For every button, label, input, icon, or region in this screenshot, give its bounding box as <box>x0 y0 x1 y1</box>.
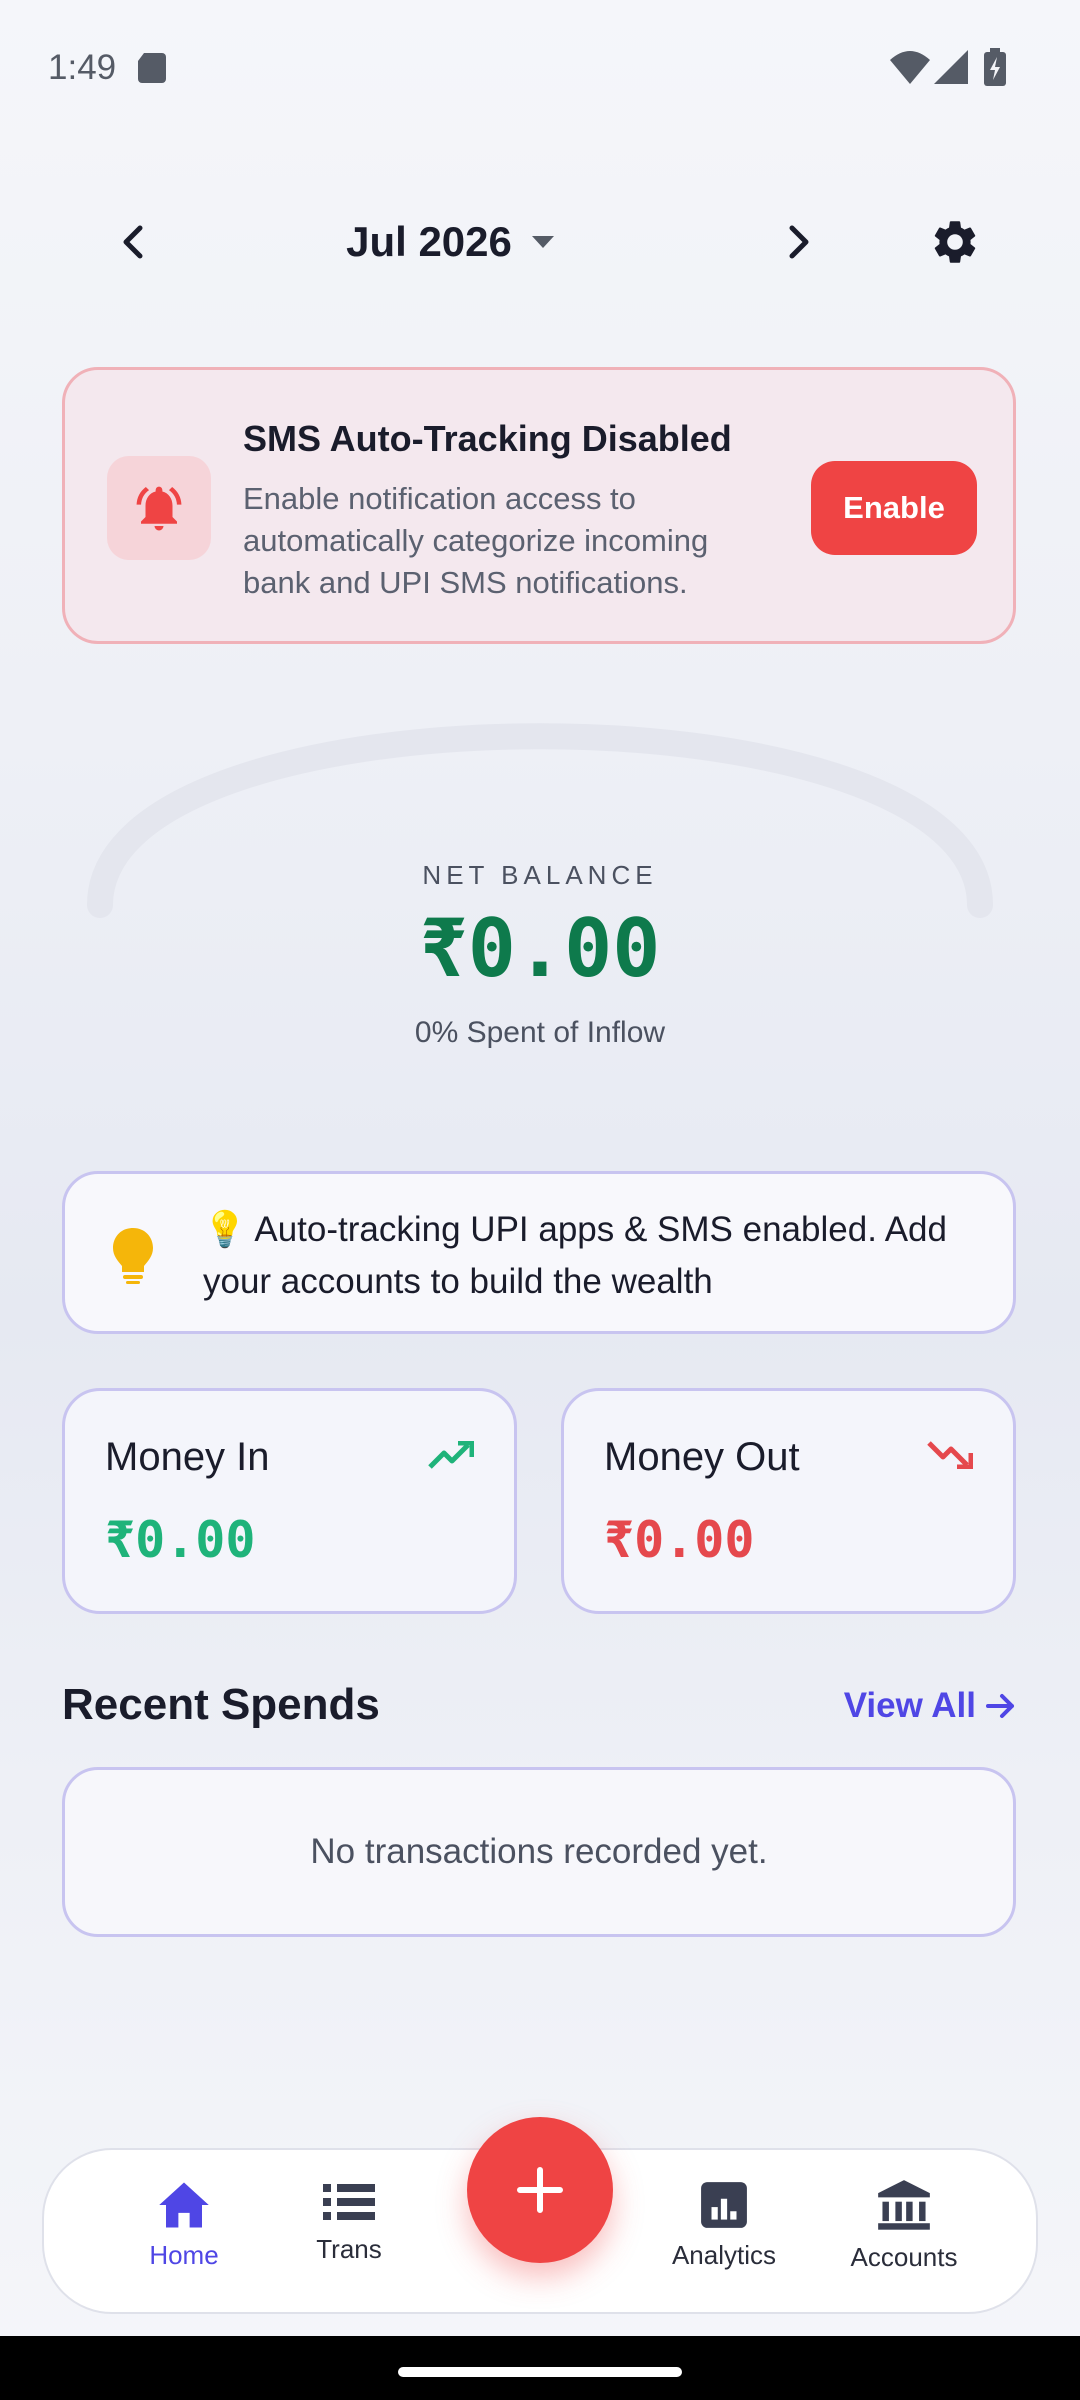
trending-down-icon <box>927 1441 974 1474</box>
trending-up-icon <box>428 1440 475 1474</box>
plus-icon <box>517 2167 563 2213</box>
home-gesture-pill[interactable] <box>398 2367 682 2377</box>
list-icon <box>323 2184 375 2220</box>
money-in-title: Money In <box>105 1435 270 1479</box>
month-header: Jul 2026 <box>0 200 1080 284</box>
tracking-tip-card: 💡 Auto-tracking UPI apps & SMS enabled. … <box>62 1171 1016 1334</box>
nav-accounts[interactable]: Accounts <box>814 2180 994 2290</box>
previous-month-button[interactable] <box>62 200 202 284</box>
month-label: Jul 2026 <box>346 218 512 265</box>
system-navigation-bar <box>0 2336 1080 2400</box>
wifi-icon <box>890 50 930 89</box>
nav-home[interactable]: Home <box>94 2180 274 2290</box>
sms-banner-title: SMS Auto-Tracking Disabled <box>243 418 732 459</box>
recent-spends-list: No transactions recorded yet. <box>62 1767 1016 1937</box>
money-out-card[interactable]: Money Out ₹0.00 <box>561 1388 1016 1614</box>
arrow-right-icon <box>986 1694 1014 1718</box>
nav-analytics-label: Analytics <box>671 2240 777 2270</box>
empty-transactions-text: No transactions recorded yet. <box>310 1832 768 1871</box>
status-time: 1:49 <box>48 48 117 87</box>
analytics-icon <box>701 2182 747 2228</box>
nav-transactions[interactable]: Trans <box>259 2180 439 2290</box>
bell-alert-icon <box>136 486 182 531</box>
enable-sms-button[interactable]: Enable <box>811 461 977 555</box>
nav-home-label: Home <box>149 2240 219 2270</box>
battery-charging-icon <box>984 48 1006 91</box>
settings-button[interactable] <box>920 212 990 272</box>
money-in-card[interactable]: Money In ₹0.00 <box>62 1388 517 1614</box>
recent-spends-title: Recent Spends <box>62 1680 380 1729</box>
status-bar: 1:49 <box>0 0 1080 136</box>
add-transaction-button[interactable] <box>467 2117 613 2263</box>
sms-banner-description: Enable notification access to automatica… <box>243 481 709 600</box>
month-selector[interactable]: Jul 2026 <box>300 200 600 284</box>
signal-icon <box>934 50 968 89</box>
chevron-right-icon <box>789 225 809 259</box>
app-screen: 1:49 Jul 2026 SMS Auto-Tracking Disabled… <box>0 0 1080 2400</box>
sms-tracking-banner: SMS Auto-Tracking Disabled Enable notifi… <box>62 367 1016 644</box>
view-all-label: View All <box>843 1686 976 1725</box>
view-all-link[interactable]: View All <box>844 1686 1016 1726</box>
lightbulb-icon <box>113 1228 153 1289</box>
gear-icon <box>934 221 976 263</box>
nav-accounts-label: Accounts <box>850 2242 958 2272</box>
money-in-value: ₹0.00 <box>105 1511 256 1569</box>
caret-down-icon <box>531 236 554 248</box>
money-out-title: Money Out <box>604 1435 800 1479</box>
next-month-button[interactable] <box>730 200 870 284</box>
bank-icon <box>878 2180 930 2230</box>
net-balance-label: NET BALANCE <box>422 860 658 890</box>
net-balance-value: ₹0.00 <box>419 902 661 995</box>
nav-analytics[interactable]: Analytics <box>634 2180 814 2290</box>
chevron-left-icon <box>123 225 143 259</box>
tip-text: 💡 Auto-tracking UPI apps & SMS enabled. … <box>203 1210 947 1301</box>
nav-trans-label: Trans <box>316 2234 382 2264</box>
home-icon <box>159 2182 209 2228</box>
spent-percentage: 0% Spent of Inflow <box>414 1016 666 1049</box>
sd-card-icon <box>138 53 166 88</box>
notification-alert-icon-box <box>107 456 211 560</box>
money-out-value: ₹0.00 <box>604 1511 755 1569</box>
